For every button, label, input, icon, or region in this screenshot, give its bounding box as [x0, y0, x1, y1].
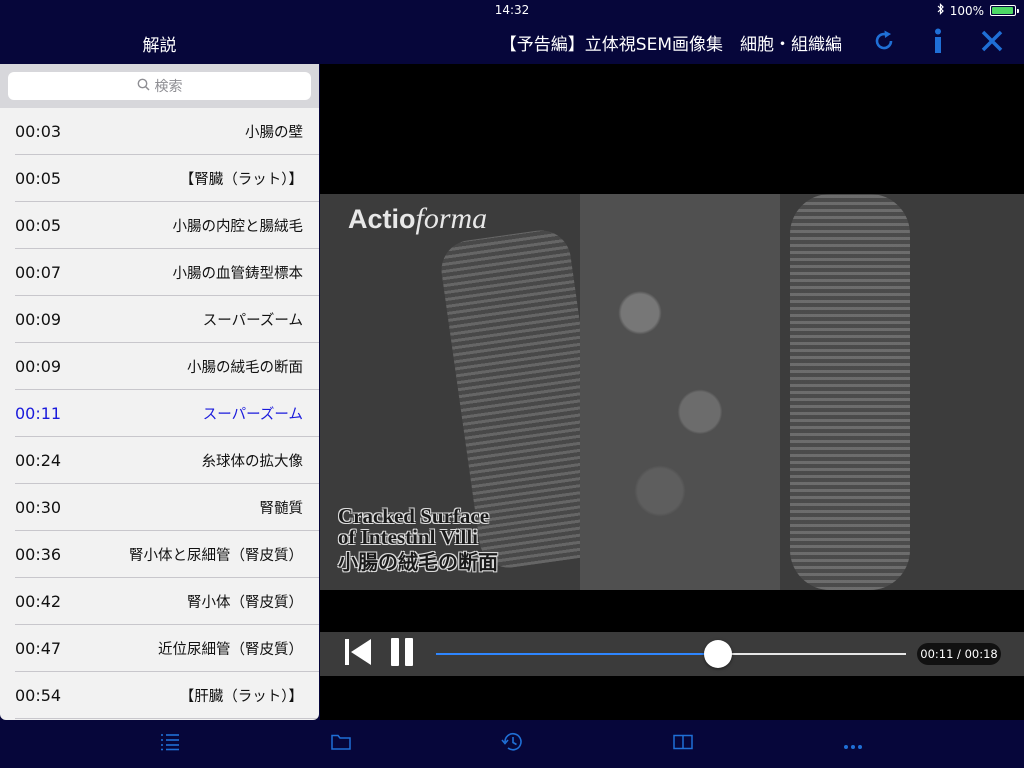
- list-item[interactable]: 00:09 スーパーズーム: [15, 296, 319, 343]
- brand-logo: Actioforma: [348, 202, 488, 235]
- item-label: 糸球体の拡大像: [201, 453, 304, 470]
- search-bar: 検索: [0, 64, 319, 108]
- item-label: 腎小体（腎皮質）: [187, 594, 303, 611]
- refresh-button[interactable]: [869, 28, 899, 58]
- folder-icon: [331, 734, 351, 754]
- more-icon: [843, 735, 863, 754]
- item-time: 00:07: [15, 262, 62, 282]
- video-caption: Cracked Surface of Intestinl Villi 小腸の絨毛…: [338, 506, 498, 573]
- item-time: 00:11: [15, 403, 62, 423]
- item-label: 小腸の血管鋳型標本: [172, 265, 304, 282]
- item-time: 00:42: [15, 591, 62, 611]
- list-button[interactable]: [150, 730, 190, 758]
- list-item[interactable]: 00:07 小腸の血管鋳型標本: [15, 249, 319, 296]
- more-button[interactable]: [833, 730, 873, 758]
- sidebar-title: 解説: [142, 36, 177, 56]
- item-label: 腎髄質: [259, 500, 304, 517]
- list-item[interactable]: 00:03 小腸の壁: [15, 108, 319, 155]
- list-item[interactable]: 00:09 小腸の絨毛の断面: [15, 343, 319, 390]
- list-item[interactable]: 00:42 腎小体（腎皮質）: [15, 578, 319, 625]
- previous-button[interactable]: [341, 638, 375, 670]
- item-time: 00:05: [15, 215, 62, 235]
- item-label: スーパーズーム: [202, 406, 303, 423]
- sem-image-center: [580, 194, 780, 590]
- list-item[interactable]: 00:30 腎髄質: [15, 484, 319, 531]
- seek-bar[interactable]: [436, 640, 906, 668]
- folder-button[interactable]: [321, 730, 361, 758]
- book-button[interactable]: [663, 730, 703, 758]
- item-time: 00:03: [15, 121, 62, 141]
- history-icon: [501, 732, 523, 756]
- list-item-active[interactable]: 00:11 スーパーズーム: [15, 390, 319, 437]
- item-label: スーパーズーム: [202, 312, 303, 329]
- search-icon: [137, 78, 150, 95]
- pause-icon: [389, 637, 415, 671]
- list-icon: [160, 733, 180, 755]
- bottom-toolbar: [0, 720, 1024, 768]
- item-time: 00:24: [15, 450, 62, 470]
- caption-en-2: of Intestinl Villi: [338, 525, 479, 549]
- history-button[interactable]: [492, 730, 532, 758]
- chapter-list: 00:03 小腸の壁 00:05 【腎臓（ラット）】 00:05 小腸の内腔と腸絨毛 …: [0, 108, 319, 719]
- book-icon: [673, 734, 693, 754]
- item-label: 小腸の絨毛の断面: [187, 359, 303, 376]
- pause-button[interactable]: [385, 638, 419, 670]
- sidebar: 解説 検索 00:03 小腸の壁 00:05 【腎臓（ラット）】 00:05 小腸の内…: [0, 0, 319, 720]
- refresh-icon: [872, 29, 896, 57]
- item-time: 00:30: [15, 497, 62, 517]
- sem-image-right: [790, 194, 910, 590]
- list-item[interactable]: 00:36 腎小体と尿細管（腎皮質）: [15, 531, 319, 578]
- item-label: 小腸の壁: [245, 124, 303, 141]
- item-label: 【腎臓（ラット）】: [179, 171, 303, 188]
- list-item[interactable]: 00:05 小腸の内腔と腸絨毛: [15, 202, 319, 249]
- item-time: 00:09: [15, 309, 62, 329]
- info-button[interactable]: [923, 28, 953, 58]
- close-icon: [981, 30, 1003, 56]
- list-item[interactable]: 00:54 【肝臓（ラット）】: [15, 672, 319, 719]
- info-icon: [931, 28, 945, 58]
- item-time: 00:05: [15, 168, 62, 188]
- item-time: 00:36: [15, 544, 62, 564]
- video-frame: Actioforma Cracked Surface of Intestinl …: [320, 194, 1024, 590]
- item-time: 00:47: [15, 638, 62, 658]
- seek-bar-played: [436, 653, 718, 655]
- caption-jp: 小腸の絨毛の断面: [338, 550, 498, 574]
- item-label: 腎小体と尿細管（腎皮質）: [129, 547, 303, 564]
- time-display: 00:11 / 00:18: [917, 643, 1001, 665]
- sidebar-header: 解説: [0, 0, 319, 64]
- caption-en-1: Cracked Surface: [338, 504, 490, 528]
- item-label: 小腸の内腔と腸絨毛: [172, 218, 304, 235]
- battery-icon: [990, 5, 1019, 16]
- list-item[interactable]: 00:47 近位尿細管（腎皮質）: [15, 625, 319, 672]
- player-controls: 00:11 / 00:18: [320, 632, 1024, 676]
- search-placeholder: 検索: [154, 79, 183, 95]
- bluetooth-icon: [937, 3, 944, 18]
- page-title: 【予告編】立体視SEM画像集 細胞・組織編: [499, 35, 842, 55]
- seek-thumb[interactable]: [704, 640, 732, 668]
- item-label: 近位尿細管（腎皮質）: [158, 641, 303, 658]
- list-item[interactable]: 00:05 【腎臓（ラット）】: [15, 155, 319, 202]
- item-time: 00:54: [15, 685, 62, 705]
- skip-back-icon: [343, 638, 373, 670]
- search-input[interactable]: 検索: [8, 72, 311, 100]
- navbar: 【予告編】立体視SEM画像集 細胞・組織編: [320, 22, 1024, 64]
- video-player[interactable]: Actioforma Cracked Surface of Intestinl …: [320, 64, 1024, 720]
- item-label: 【肝臓（ラット）】: [179, 688, 303, 705]
- list-item[interactable]: 00:24 糸球体の拡大像: [15, 437, 319, 484]
- battery-percent: 100%: [949, 3, 984, 18]
- item-time: 00:09: [15, 356, 62, 376]
- close-button[interactable]: [977, 28, 1007, 58]
